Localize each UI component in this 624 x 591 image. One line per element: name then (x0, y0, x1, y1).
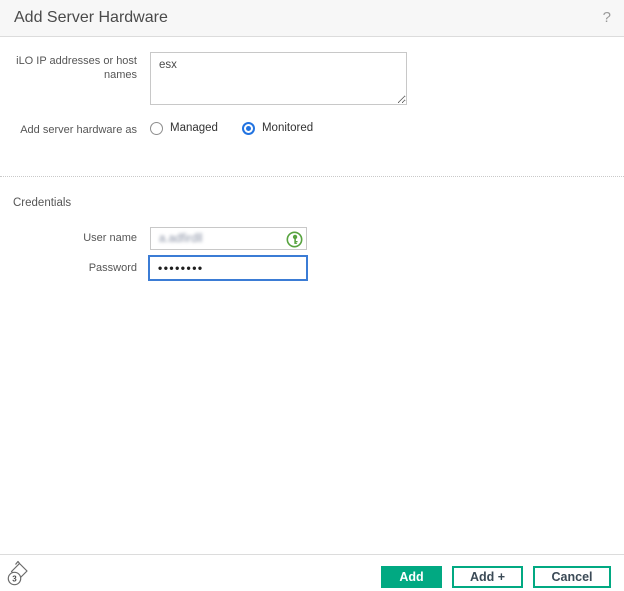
add-plus-button[interactable]: Add + (452, 566, 523, 588)
password-input[interactable]: •••••••• (148, 255, 308, 281)
add-button[interactable]: Add (381, 566, 442, 588)
mode-label: Add server hardware as (20, 124, 137, 136)
password-value: •••••••• (158, 261, 204, 275)
radio-selected-icon[interactable] (241, 121, 255, 135)
footer-divider (0, 554, 624, 555)
mode-radio-group: Managed Monitored (150, 120, 313, 136)
ilo-addresses-textarea[interactable]: esx (150, 52, 407, 105)
section-divider (0, 176, 624, 177)
password-label: Password (88, 262, 137, 274)
cancel-button[interactable]: Cancel (533, 566, 611, 588)
notifications-count: 3 (12, 574, 17, 583)
radio-unselected-icon[interactable] (150, 121, 163, 135)
credentials-section-title: Credentials (13, 197, 72, 209)
username-value: a.adfirdll (159, 232, 203, 245)
radio-monitored[interactable]: Monitored (241, 121, 314, 135)
page-title: Add Server Hardware (14, 9, 168, 26)
password-manager-icon[interactable] (286, 231, 303, 248)
username-input[interactable]: a.adfirdll (150, 227, 307, 250)
radio-monitored-label: Monitored (261, 122, 314, 134)
dialog-header: Add Server Hardware ? (0, 0, 624, 37)
help-icon[interactable]: ? (603, 0, 611, 36)
radio-managed[interactable]: Managed (150, 121, 218, 135)
ilo-field-label: iLO IP addresses or host names (16, 55, 137, 82)
notifications-badge-icon[interactable]: 3 (6, 559, 32, 587)
radio-managed-label: Managed (170, 122, 218, 134)
username-label: User name (83, 232, 137, 244)
